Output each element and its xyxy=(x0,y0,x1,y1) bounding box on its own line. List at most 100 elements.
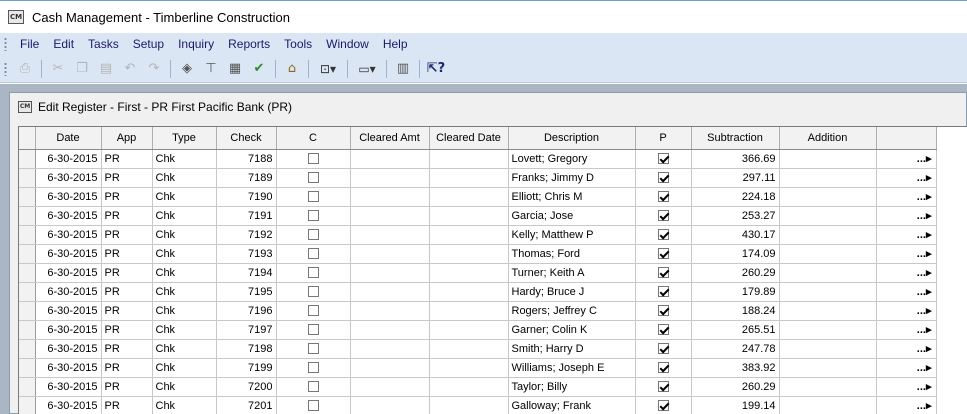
cell-type[interactable]: Chk xyxy=(152,358,217,378)
row-detail-button[interactable]: ...▸ xyxy=(876,377,937,397)
cleared-checkbox[interactable] xyxy=(307,172,319,184)
col-header-description[interactable]: Description xyxy=(508,127,636,150)
cell-date[interactable]: 6-30-2015 xyxy=(35,396,102,414)
posted-checkbox-cell[interactable] xyxy=(635,396,692,414)
cell-app[interactable]: PR xyxy=(101,320,153,340)
cell-cleared-date[interactable] xyxy=(429,320,509,340)
posted-checkbox-cell[interactable] xyxy=(635,187,692,207)
table-row[interactable]: 6-30-2015 PR Chk 7196 Rogers; Jeffrey C 188.2… xyxy=(19,301,937,321)
cleared-checkbox[interactable] xyxy=(307,286,319,298)
cleared-checkbox-cell[interactable] xyxy=(276,149,351,169)
row-selector[interactable] xyxy=(19,396,36,414)
cell-description[interactable]: Elliott; Chris M xyxy=(508,187,636,207)
cell-date[interactable]: 6-30-2015 xyxy=(35,339,102,359)
cleared-checkbox-cell[interactable] xyxy=(276,206,351,226)
cell-cleared-amt[interactable] xyxy=(350,377,430,397)
cell-check[interactable]: 7198 xyxy=(216,339,277,359)
posted-checkbox-cell[interactable] xyxy=(635,377,692,397)
cell-app[interactable]: PR xyxy=(101,206,153,226)
cell-app[interactable]: PR xyxy=(101,263,153,283)
col-header-p[interactable]: P xyxy=(635,127,692,150)
menu-help[interactable]: Help xyxy=(376,33,415,55)
row-selector[interactable] xyxy=(19,225,36,245)
posted-checkbox-cell[interactable] xyxy=(635,301,692,321)
toolbar-grip-icon[interactable] xyxy=(4,61,7,76)
cleared-checkbox-cell[interactable] xyxy=(276,396,351,414)
table-row[interactable]: 6-30-2015 PR Chk 7193 Thomas; Ford 174.09 ...▸ xyxy=(19,244,937,264)
cell-check[interactable]: 7196 xyxy=(216,301,277,321)
cell-check[interactable]: 7194 xyxy=(216,263,277,283)
row-detail-button[interactable]: ...▸ xyxy=(876,263,937,283)
menu-inquiry[interactable]: Inquiry xyxy=(171,33,221,55)
cell-type[interactable]: Chk xyxy=(152,301,217,321)
cell-cleared-amt[interactable] xyxy=(350,206,430,226)
cell-subtraction[interactable]: 188.24 xyxy=(691,301,780,321)
cell-description[interactable]: Smith; Harry D xyxy=(508,339,636,359)
cell-cleared-date[interactable] xyxy=(429,168,509,188)
cell-check[interactable]: 7199 xyxy=(216,358,277,378)
cell-type[interactable]: Chk xyxy=(152,187,217,207)
cleared-checkbox[interactable] xyxy=(307,267,319,279)
cell-cleared-date[interactable] xyxy=(429,301,509,321)
cell-date[interactable]: 6-30-2015 xyxy=(35,225,102,245)
cell-cleared-date[interactable] xyxy=(429,187,509,207)
row-selector[interactable] xyxy=(19,282,36,302)
eraser-icon[interactable]: ◈ xyxy=(177,59,197,79)
cell-description[interactable]: Turner; Keith A xyxy=(508,263,636,283)
cell-description[interactable]: Garcia; Jose xyxy=(508,206,636,226)
posted-checkbox-cell[interactable] xyxy=(635,244,692,264)
cell-type[interactable]: Chk xyxy=(152,168,217,188)
cell-subtraction[interactable]: 260.29 xyxy=(691,377,780,397)
help-icon[interactable]: ⇱? xyxy=(426,59,446,79)
row-selector[interactable] xyxy=(19,149,36,169)
cell-cleared-amt[interactable] xyxy=(350,358,430,378)
menu-file[interactable]: File xyxy=(13,33,46,55)
cell-cleared-amt[interactable] xyxy=(350,149,430,169)
cleared-checkbox-cell[interactable] xyxy=(276,244,351,264)
posted-checkbox-cell[interactable] xyxy=(635,263,692,283)
cell-cleared-amt[interactable] xyxy=(350,301,430,321)
cell-description[interactable]: Thomas; Ford xyxy=(508,244,636,264)
cell-addition[interactable] xyxy=(779,320,877,340)
cell-check[interactable]: 7197 xyxy=(216,320,277,340)
cell-addition[interactable] xyxy=(779,225,877,245)
cell-app[interactable]: PR xyxy=(101,244,153,264)
cell-type[interactable]: Chk xyxy=(152,149,217,169)
cell-type[interactable]: Chk xyxy=(152,244,217,264)
posted-checkbox[interactable] xyxy=(657,210,669,222)
cell-date[interactable]: 6-30-2015 xyxy=(35,282,102,302)
cell-app[interactable]: PR xyxy=(101,168,153,188)
row-detail-button[interactable]: ...▸ xyxy=(876,358,937,378)
cell-date[interactable]: 6-30-2015 xyxy=(35,263,102,283)
posted-checkbox[interactable] xyxy=(657,267,669,279)
cell-subtraction[interactable]: 297.11 xyxy=(691,168,780,188)
menu-grip-icon[interactable] xyxy=(4,37,7,51)
cell-addition[interactable] xyxy=(779,339,877,359)
cell-addition[interactable] xyxy=(779,301,877,321)
table-row[interactable]: 6-30-2015 PR Chk 7189 Franks; Jimmy D 297.11.… xyxy=(19,168,937,188)
cell-date[interactable]: 6-30-2015 xyxy=(35,358,102,378)
cell-addition[interactable] xyxy=(779,187,877,207)
posted-checkbox[interactable] xyxy=(657,381,669,393)
cell-subtraction[interactable]: 383.92 xyxy=(691,358,780,378)
table-row[interactable]: 6-30-2015 PR Chk 7191 Garcia; Jose 253.27 ...▸ xyxy=(19,206,937,226)
cell-addition[interactable] xyxy=(779,149,877,169)
register-icon[interactable]: ⊤ xyxy=(201,59,221,79)
menu-setup[interactable]: Setup xyxy=(126,33,171,55)
cell-subtraction[interactable]: 199.14 xyxy=(691,396,780,414)
home-icon[interactable]: ⌂ xyxy=(282,59,302,79)
cell-check[interactable]: 7190 xyxy=(216,187,277,207)
cell-type[interactable]: Chk xyxy=(152,396,217,414)
cleared-checkbox[interactable] xyxy=(307,191,319,203)
posted-checkbox[interactable] xyxy=(657,305,669,317)
cell-addition[interactable] xyxy=(779,282,877,302)
cell-date[interactable]: 6-30-2015 xyxy=(35,377,102,397)
cell-cleared-date[interactable] xyxy=(429,282,509,302)
printer-icon[interactable]: ⎙ xyxy=(15,59,35,79)
cell-date[interactable]: 6-30-2015 xyxy=(35,206,102,226)
cell-subtraction[interactable]: 174.09 xyxy=(691,244,780,264)
cell-description[interactable]: Franks; Jimmy D xyxy=(508,168,636,188)
col-header-subtraction[interactable]: Subtraction xyxy=(691,127,780,150)
row-detail-button[interactable]: ...▸ xyxy=(876,149,937,169)
cell-cleared-amt[interactable] xyxy=(350,187,430,207)
